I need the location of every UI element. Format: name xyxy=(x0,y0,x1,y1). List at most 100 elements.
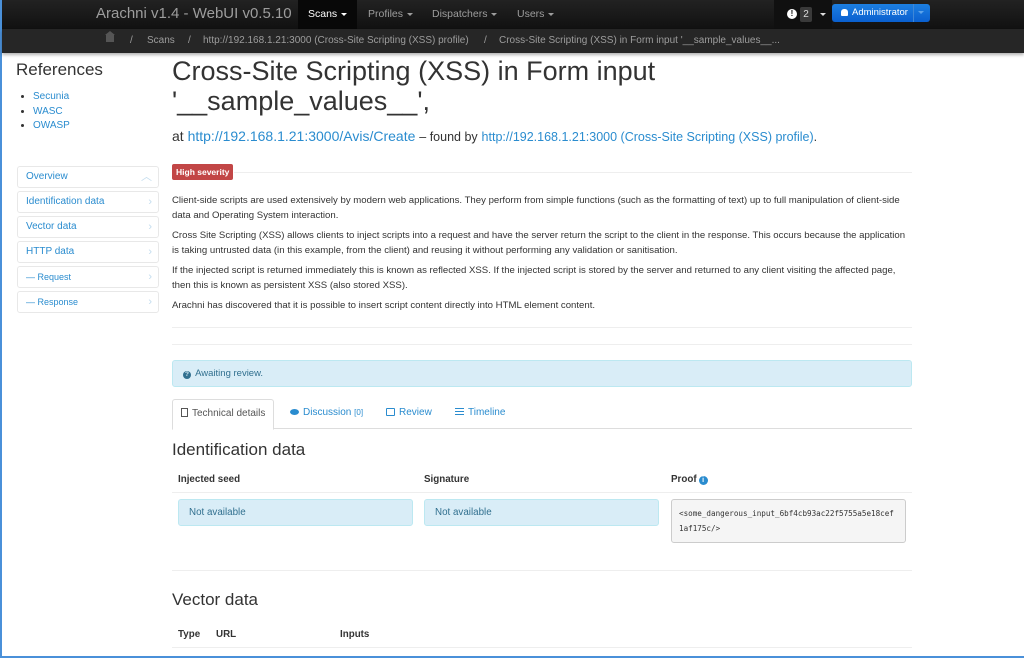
info-icon[interactable]: i xyxy=(698,476,708,485)
section-nav-http[interactable]: HTTP data › xyxy=(17,241,159,263)
description-paragraph: If the injected script is returned immed… xyxy=(172,265,896,291)
question-circle-icon: ? xyxy=(183,371,191,379)
vector-url-header: URL xyxy=(216,629,237,640)
brand-title[interactable]: Arachni v1.4 - WebUI v0.5.10 xyxy=(96,5,292,22)
comments-icon xyxy=(290,409,299,415)
top-navbar: Arachni v1.4 - WebUI v0.5.10 Scans Profi… xyxy=(2,0,1024,29)
signature-header: Signature xyxy=(424,474,470,485)
nav-users[interactable]: Users xyxy=(507,0,564,29)
caret-down-icon xyxy=(407,12,414,16)
section-nav-vector[interactable]: Vector data › xyxy=(17,216,159,238)
found-by-label: – found by xyxy=(419,130,478,144)
caret-down-icon xyxy=(491,12,498,16)
severity-row: High severity xyxy=(172,164,912,180)
chevron-right-icon: › xyxy=(148,271,152,283)
tab-label: Review xyxy=(399,407,432,418)
notification-count: 2 xyxy=(800,7,812,22)
sidebar: References Secunia WASC OWASP Overview ︿ … xyxy=(16,60,159,313)
breadcrumb-separator: / xyxy=(188,35,191,46)
proof-value: <some_dangerous_input_6bf4cb93ac22f5755a… xyxy=(671,499,906,543)
chevron-right-icon: › xyxy=(148,296,152,308)
section-nav: Overview ︿ Identification data › Vector da… xyxy=(17,166,159,316)
breadcrumb-scans[interactable]: Scans xyxy=(147,35,175,46)
discussion-count: [0] xyxy=(354,408,364,417)
section-nav-label: Vector data xyxy=(26,221,77,232)
divider xyxy=(172,647,912,648)
issue-main: Cross-Site Scripting (XSS) in Form input… xyxy=(172,56,912,648)
reference-item: OWASP xyxy=(33,119,159,134)
injected-seed-value: Not available xyxy=(178,499,413,526)
vector-type-header: Type xyxy=(178,629,201,640)
issue-title: Cross-Site Scripting (XSS) in Form input… xyxy=(172,56,912,116)
vector-inputs-header: Inputs xyxy=(340,629,370,640)
chevron-up-icon: ︿ xyxy=(141,171,152,183)
nav-users-label: Users xyxy=(517,8,545,20)
severity-badge: High severity xyxy=(172,164,234,180)
divider xyxy=(172,327,912,328)
chevron-right-icon: › xyxy=(148,246,152,258)
divider xyxy=(234,172,912,173)
home-icon[interactable] xyxy=(105,31,115,42)
tab-review[interactable]: Review xyxy=(386,399,432,429)
section-nav-label: — Request xyxy=(26,272,72,282)
tab-discussion[interactable]: Discussion [0] xyxy=(290,399,363,429)
reference-item: Secunia xyxy=(33,90,159,105)
reference-link-wasc[interactable]: WASC xyxy=(33,106,63,117)
issue-tabs: Technical details Discussion [0] Review … xyxy=(172,399,912,430)
reference-item: WASC xyxy=(33,105,159,120)
reference-link-owasp[interactable]: OWASP xyxy=(33,120,70,131)
injected-seed-header: Injected seed xyxy=(178,474,241,485)
tab-label: Technical details xyxy=(192,408,266,419)
chevron-right-icon: › xyxy=(148,221,152,233)
file-icon xyxy=(181,408,188,417)
period: . xyxy=(813,130,818,144)
user-menu-button[interactable]: Administrator xyxy=(832,4,930,22)
tab-label: Discussion xyxy=(303,407,352,418)
nav-profiles[interactable]: Profiles xyxy=(358,0,423,29)
section-nav-identification[interactable]: Identification data › xyxy=(17,191,159,213)
tab-label: Timeline xyxy=(468,407,506,418)
section-nav-request[interactable]: — Request › xyxy=(17,266,159,288)
chevron-right-icon: › xyxy=(148,196,152,208)
section-nav-label: — Response xyxy=(26,297,79,307)
description-paragraph: Cross Site Scripting (XSS) allows client… xyxy=(172,230,906,256)
proof-header-label: Proof xyxy=(671,474,697,485)
nav-profiles-label: Profiles xyxy=(368,8,404,20)
nav-scans[interactable]: Scans xyxy=(298,0,358,29)
breadcrumb-separator: / xyxy=(484,35,487,46)
divider xyxy=(172,344,912,345)
exclamation-circle-icon: ! xyxy=(787,9,797,19)
review-status-alert: ? Awaiting review. xyxy=(172,360,912,387)
reference-link-secunia[interactable]: Secunia xyxy=(33,91,69,102)
caret-down-icon xyxy=(341,12,348,16)
notifications-dropdown[interactable]: ! 2 xyxy=(774,0,832,29)
references-list: Secunia WASC OWASP xyxy=(16,90,159,134)
section-nav-label: Identification data xyxy=(26,196,105,207)
nav-dispatchers-label: Dispatchers xyxy=(432,8,488,20)
tab-technical-details[interactable]: Technical details xyxy=(172,399,275,430)
at-label: at xyxy=(172,128,184,144)
issue-url-link[interactable]: http://192.168.1.21:3000/Avis/Create xyxy=(188,128,416,144)
caret-down-icon xyxy=(918,11,924,14)
nav-scans-label: Scans xyxy=(308,8,338,20)
description-paragraph: Arachni has discovered that it is possib… xyxy=(172,300,596,311)
nav-dispatchers[interactable]: Dispatchers xyxy=(422,0,507,29)
breadcrumb-separator: / xyxy=(130,35,133,46)
user-icon xyxy=(841,9,848,16)
divider xyxy=(172,492,912,493)
user-menu-toggle[interactable] xyxy=(913,4,930,22)
issue-title-line1: Cross-Site Scripting (XSS) in Form input xyxy=(172,56,656,86)
breadcrumb-scan[interactable]: http://192.168.1.21:3000 (Cross-Site Scr… xyxy=(203,35,469,46)
issue-location: at http://192.168.1.21:3000/Avis/Create … xyxy=(172,128,912,144)
section-nav-overview[interactable]: Overview ︿ xyxy=(17,166,159,188)
breadcrumb: / Scans / http://192.168.1.21:3000 (Cros… xyxy=(2,29,1024,53)
section-nav-label: Overview xyxy=(26,171,68,182)
section-nav-label: HTTP data xyxy=(26,246,75,257)
identification-data-heading: Identification data xyxy=(172,440,306,459)
breadcrumb-issue: Cross-Site Scripting (XSS) in Form input… xyxy=(499,35,780,46)
section-nav-response[interactable]: — Response › xyxy=(17,291,159,313)
scan-profile-link[interactable]: http://192.168.1.21:3000 (Cross-Site Scr… xyxy=(482,130,814,144)
vector-data-heading: Vector data xyxy=(172,590,259,609)
signature-value: Not available xyxy=(424,499,659,526)
tab-timeline[interactable]: Timeline xyxy=(455,399,505,429)
